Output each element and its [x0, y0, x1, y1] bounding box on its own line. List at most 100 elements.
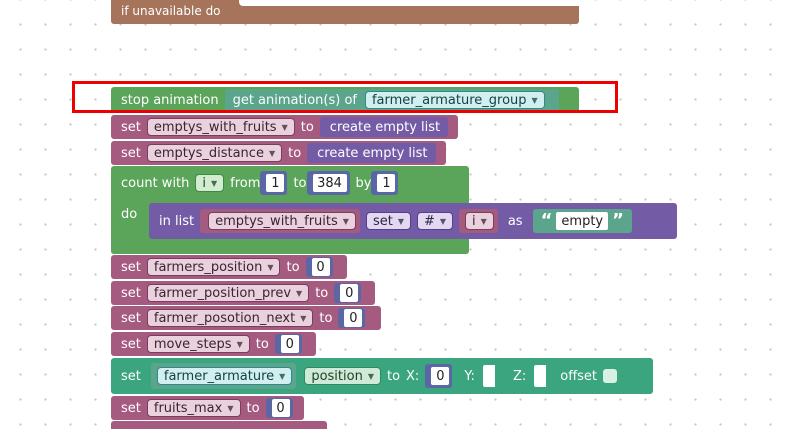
selection-highlight — [72, 81, 618, 113]
var-name: emptys_with_fruits — [153, 119, 277, 135]
to-value[interactable]: 384 — [312, 174, 347, 192]
armature-object-block[interactable]: farmer_armature ▼ — [150, 363, 297, 389]
count-with-block[interactable]: count with i ▼ from 1 to 384 by 1 do in l… — [111, 166, 677, 254]
x-number-block[interactable]: 0 — [425, 364, 453, 388]
y-label: Y: — [464, 368, 475, 384]
create-empty-list-label: create empty list — [329, 119, 441, 135]
var-dropdown-move-steps[interactable]: move_steps ▼ — [146, 335, 250, 353]
from-value[interactable]: 1 — [266, 174, 285, 192]
armature-dropdown[interactable]: farmer_armature ▼ — [156, 367, 293, 385]
from-label: from — [230, 175, 261, 191]
to-label: to — [286, 259, 300, 275]
chevron-down-icon: ▼ — [480, 216, 487, 226]
set-label: set — [121, 119, 141, 135]
chevron-down-icon: ▼ — [300, 313, 307, 323]
chevron-down-icon: ▼ — [236, 339, 243, 349]
to-label: to — [300, 119, 314, 135]
number-block[interactable]: 0 — [274, 334, 302, 354]
number-value[interactable]: 0 — [340, 284, 359, 302]
set-farmer-posotion-next-block[interactable]: set farmer_posotion_next ▼ to 0 — [111, 306, 381, 330]
number-value[interactable]: 0 — [280, 335, 299, 353]
set-farmers-position-block[interactable]: set farmers_position ▼ to 0 — [111, 255, 347, 279]
to-label: to — [293, 175, 307, 191]
set-label: set — [121, 336, 141, 352]
do-label: do — [121, 207, 138, 222]
property-dropdown[interactable]: position ▼ — [304, 367, 381, 385]
var-name: emptys_distance — [153, 145, 264, 161]
to-label: to — [255, 336, 269, 352]
property-name: position — [311, 368, 363, 384]
in-list-label: in list — [159, 213, 195, 229]
set-farmer-position-prev-block[interactable]: set farmer_position_prev ▼ to 0 — [111, 281, 375, 305]
list-mode: set — [372, 213, 393, 229]
list-var-block[interactable]: emptys_with_fruits ▼ — [200, 209, 360, 233]
if-unavailable-slot[interactable] — [239, 0, 579, 6]
chevron-down-icon: ▼ — [211, 178, 218, 188]
set-label: set — [121, 310, 141, 326]
create-empty-list-block[interactable]: create empty list — [307, 143, 436, 163]
z-label: Z: — [512, 368, 527, 384]
number-value[interactable]: 0 — [344, 309, 363, 327]
number-block[interactable]: 0 — [305, 257, 333, 277]
var-dropdown-farmer-position-prev[interactable]: farmer_position_prev ▼ — [146, 284, 310, 302]
to-number-block[interactable]: 384 — [306, 171, 350, 195]
set-emptys-with-fruits-block[interactable]: set emptys_with_fruits ▼ to create empty … — [111, 115, 458, 139]
var-name: farmer_posotion_next — [153, 310, 296, 326]
var-dropdown-emptys-with-fruits[interactable]: emptys_with_fruits ▼ — [146, 118, 295, 136]
loop-var: i — [202, 175, 207, 191]
index-var-block[interactable]: i ▼ — [459, 209, 498, 233]
set-fruits-max-block[interactable]: set fruits_max ▼ to 0 — [111, 396, 304, 420]
create-empty-list-block[interactable]: create empty list — [319, 117, 449, 137]
index-var-name: i — [472, 213, 476, 229]
from-number-block[interactable]: 1 — [260, 171, 288, 195]
armature-var: farmer_armature — [163, 368, 275, 384]
next-block-partial[interactable] — [111, 421, 327, 429]
z-empty-slot[interactable] — [534, 365, 547, 387]
set-move-steps-block[interactable]: set move_steps ▼ to 0 — [111, 332, 316, 356]
index-var-dropdown[interactable]: i ▼ — [465, 212, 494, 230]
var-dropdown-farmers-position[interactable]: farmers_position ▼ — [146, 258, 281, 276]
chevron-down-icon: ▼ — [439, 216, 447, 226]
y-empty-slot[interactable] — [482, 365, 495, 387]
as-label: as — [507, 213, 523, 229]
list-var-dropdown[interactable]: emptys_with_fruits ▼ — [208, 212, 356, 230]
chevron-down-icon: ▼ — [367, 371, 374, 381]
offset-checkbox[interactable] — [603, 369, 618, 383]
in-list-set-block[interactable]: in list emptys_with_fruits ▼ set ▼ # ▼ i ▼ a… — [149, 203, 677, 239]
create-empty-list-label: create empty list — [317, 145, 428, 161]
set-label: set — [121, 145, 141, 161]
if-unavailable-label: if unavailable do — [121, 4, 221, 18]
number-value[interactable]: 0 — [311, 258, 330, 276]
list-where-dropdown[interactable]: # ▼ — [416, 212, 454, 230]
loop-var-dropdown[interactable]: i ▼ — [195, 174, 225, 192]
chevron-down-icon: ▼ — [296, 288, 303, 298]
string-value[interactable]: empty — [556, 212, 609, 230]
var-name: farmer_position_prev — [153, 285, 292, 301]
chevron-down-icon: ▼ — [342, 216, 349, 226]
list-mode-dropdown[interactable]: set ▼ — [365, 212, 411, 230]
set-armature-position-block[interactable]: set farmer_armature ▼ position ▼ to X: 0 Y… — [111, 358, 653, 394]
var-dropdown-farmer-posotion-next[interactable]: farmer_posotion_next ▼ — [146, 309, 314, 327]
chevron-down-icon: ▼ — [281, 122, 288, 132]
x-value[interactable]: 0 — [431, 367, 450, 385]
chevron-down-icon: ▼ — [227, 403, 234, 413]
var-dropdown-fruits-max[interactable]: fruits_max ▼ — [146, 399, 241, 417]
number-block[interactable]: 0 — [338, 308, 366, 328]
x-label: X: — [406, 368, 420, 384]
number-block[interactable]: 0 — [265, 398, 293, 418]
string-literal-block[interactable]: “ empty ” — [532, 209, 632, 233]
chevron-down-icon: ▼ — [268, 148, 276, 158]
list-var-name: emptys_with_fruits — [215, 213, 338, 229]
by-label: by — [355, 175, 372, 191]
to-label: to — [288, 145, 302, 161]
to-label: to — [246, 400, 260, 416]
set-label: set — [121, 400, 141, 416]
number-block[interactable]: 0 — [334, 283, 362, 303]
var-dropdown-emptys-distance[interactable]: emptys_distance ▼ — [146, 144, 283, 162]
offset-label: offset — [560, 368, 598, 384]
set-emptys-distance-block[interactable]: set emptys_distance ▼ to create empty lis… — [111, 141, 446, 165]
by-value[interactable]: 1 — [377, 174, 396, 192]
if-unavailable-block[interactable]: if unavailable do — [111, 0, 579, 24]
number-value[interactable]: 0 — [271, 399, 290, 417]
by-number-block[interactable]: 1 — [371, 171, 399, 195]
